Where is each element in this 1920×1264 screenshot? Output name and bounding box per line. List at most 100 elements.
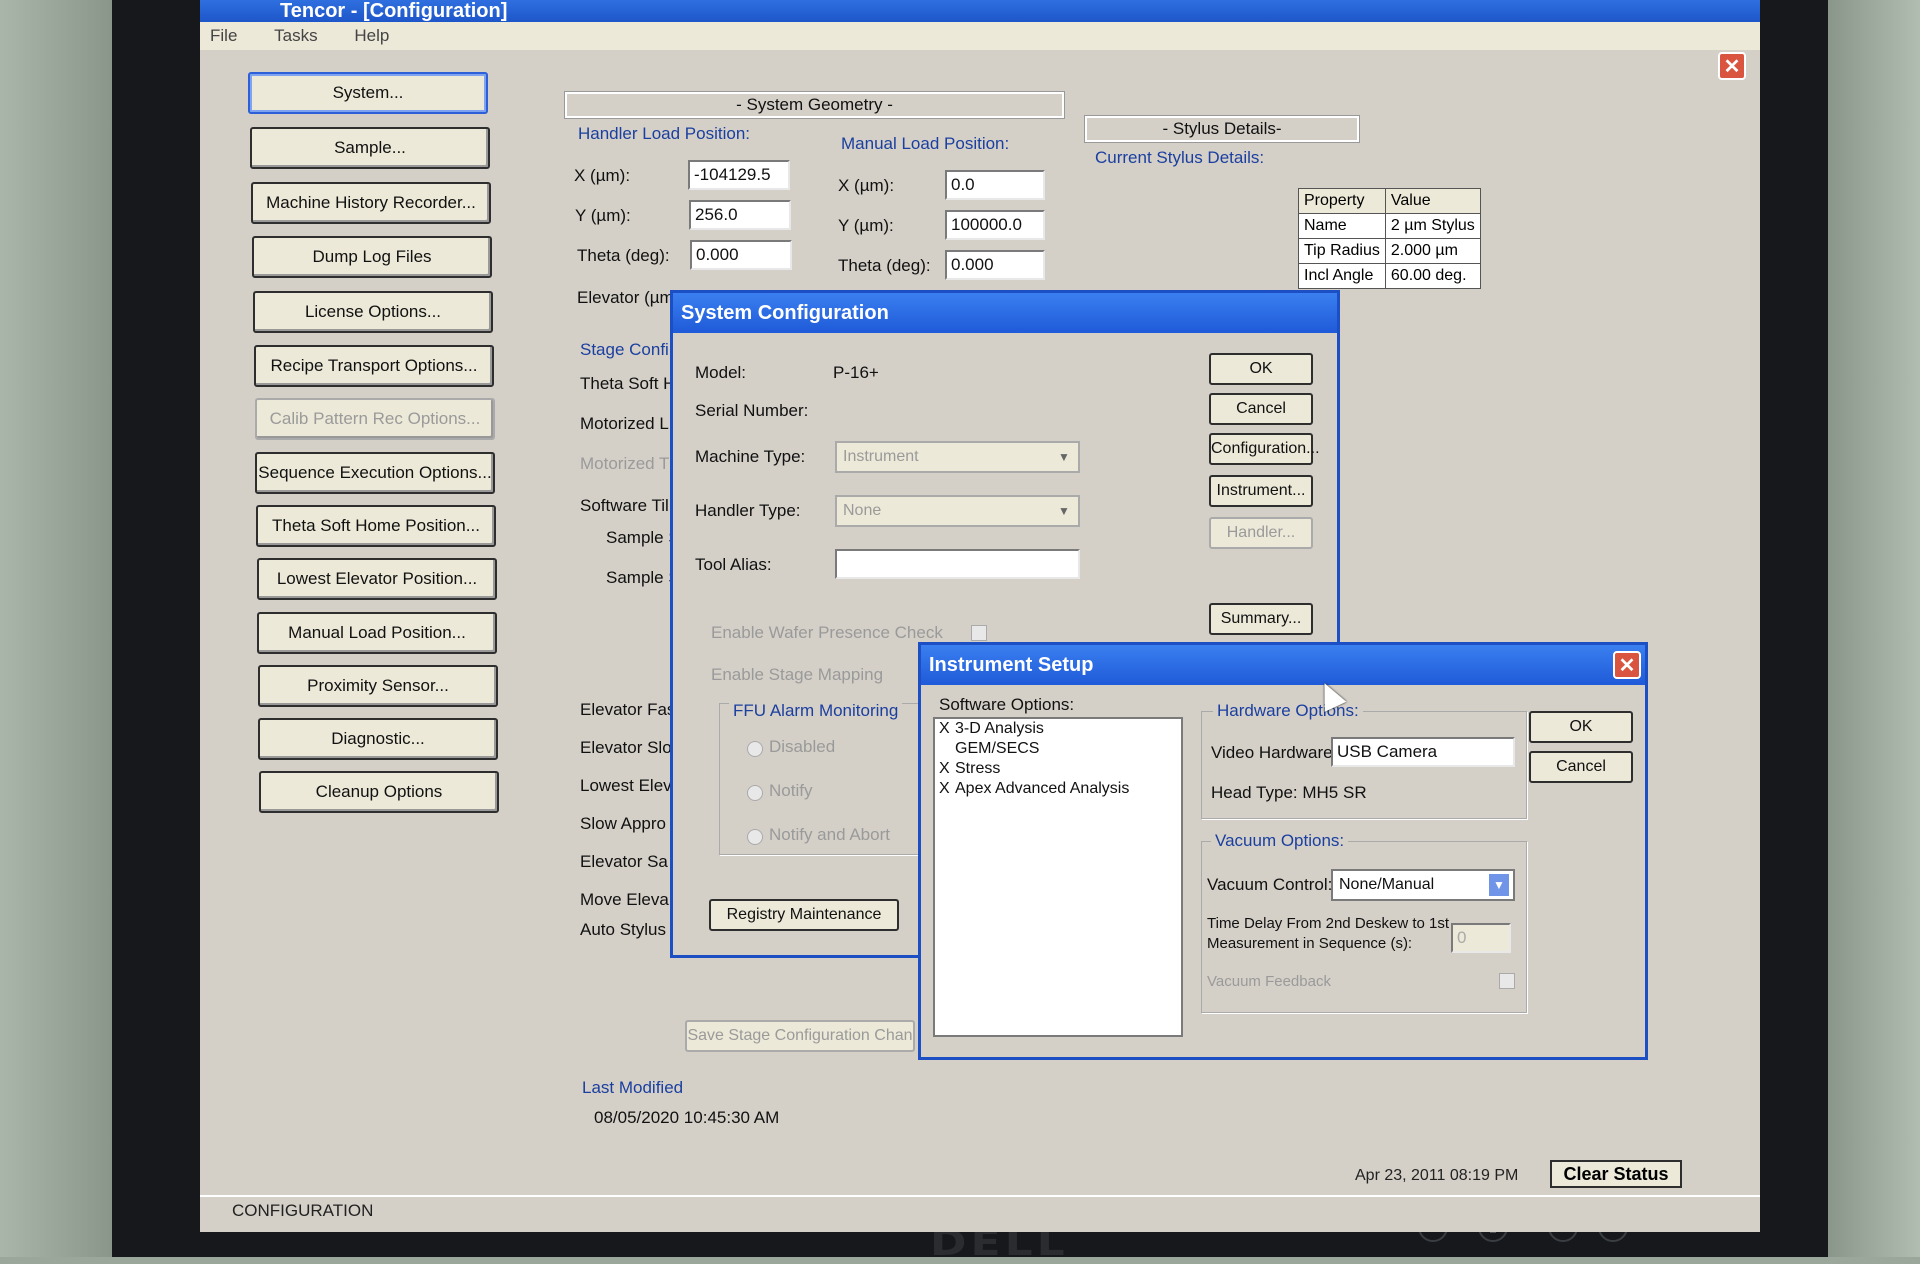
time-delay-label-1: Time Delay From 2nd Deskew to 1st: [1207, 915, 1450, 932]
instrument-setup-title-bar: Instrument Setup ✕: [921, 645, 1645, 685]
stage-config-title: Stage Confi: [580, 340, 669, 359]
manual-theta-field[interactable]: 0.000: [945, 250, 1045, 280]
instrument-setup-title: Instrument Setup: [929, 654, 1094, 676]
window-title-bar: Tencor - [Configuration]: [200, 0, 1760, 22]
table-row: Name 2 µm Stylus: [1298, 213, 1481, 239]
check-mark-icon: X: [939, 780, 950, 797]
nav-calib-pattern-button[interactable]: Calib Pattern Rec Options...: [255, 398, 495, 440]
screen: Tencor - [Configuration] File Tasks Help…: [200, 0, 1760, 1232]
nav-sample-button[interactable]: Sample...: [250, 127, 490, 169]
vacuum-control-select[interactable]: None/Manual ▼: [1331, 869, 1515, 901]
ffu-disabled-radio[interactable]: [747, 741, 763, 757]
configuration-button[interactable]: Configuration...: [1209, 433, 1320, 465]
column-header: Value: [1384, 188, 1481, 214]
menu-tasks[interactable]: Tasks: [274, 22, 317, 50]
menu-help[interactable]: Help: [354, 22, 389, 50]
handler-x-field[interactable]: -104129.5: [688, 160, 790, 190]
nav-lowest-elevator-button[interactable]: Lowest Elevator Position...: [257, 558, 497, 600]
ffu-notify-radio[interactable]: [747, 785, 763, 801]
head-type-label: Head Type: MH5 SR: [1211, 783, 1367, 802]
chevron-down-icon: ▼: [1058, 450, 1070, 464]
manual-x-label: X (µm):: [838, 176, 895, 195]
vacuum-control-value: None/Manual: [1339, 876, 1435, 893]
stage-label-theta-soft: Theta Soft H: [580, 374, 676, 393]
ffu-disabled-label: Disabled: [769, 737, 836, 756]
vacuum-feedback-checkbox[interactable]: [1499, 973, 1515, 989]
ffu-notify-label: Notify: [769, 781, 813, 800]
nav-cleanup-button[interactable]: Cleanup Options: [259, 771, 499, 813]
wafer-presence-checkbox[interactable]: [971, 625, 987, 641]
software-options-list[interactable]: X 3-D Analysis GEM/SECS X Stress X Apex Adv…: [933, 717, 1183, 1037]
handler-type-value: None: [843, 502, 882, 519]
video-hardware-label: Video Hardware:: [1211, 743, 1338, 762]
nav-sequence-execution-button[interactable]: Sequence Execution Options...: [255, 452, 495, 494]
stage-label-motorized-t: Motorized T: [580, 454, 670, 473]
status-bar: CONFIGURATION: [200, 1195, 1760, 1227]
status-date: Apr 23, 2011 08:19 PM: [1355, 1167, 1519, 1184]
instrument-ok-button[interactable]: OK: [1529, 711, 1633, 743]
manual-x-field[interactable]: 0.0: [945, 170, 1045, 200]
last-modified-value: 08/05/2020 10:45:30 AM: [594, 1108, 780, 1127]
summary-button[interactable]: Summary...: [1209, 603, 1313, 635]
table-row: Incl Angle 60.00 deg.: [1298, 263, 1481, 289]
handler-type-label: Handler Type:: [695, 501, 801, 520]
handler-button[interactable]: Handler...: [1209, 517, 1313, 549]
ffu-notify-abort-label: Notify and Abort: [769, 825, 890, 844]
stage-label-lowest-elev: Lowest Elev: [580, 776, 672, 795]
tool-alias-label: Tool Alias:: [695, 555, 772, 574]
stage-label-elevator-safe: Elevator Sa: [580, 852, 668, 871]
table-row: Tip Radius 2.000 µm: [1298, 238, 1481, 264]
ffu-notify-abort-radio[interactable]: [747, 829, 763, 845]
menu-file[interactable]: File: [210, 22, 237, 50]
table-cell: 60.00 deg.: [1384, 263, 1481, 289]
nav-diagnostic-button[interactable]: Diagnostic...: [258, 718, 498, 760]
list-item[interactable]: GEM/SECS: [935, 739, 1181, 759]
stage-label-motorized-l: Motorized L: [580, 414, 669, 433]
nav-theta-soft-home-button[interactable]: Theta Soft Home Position...: [256, 505, 496, 547]
handler-theta-label: Theta (deg):: [577, 246, 670, 265]
stage-label-software-tilt: Software Til: [580, 496, 669, 515]
tool-alias-field[interactable]: [835, 549, 1080, 579]
stage-label-move-elevator: Move Eleva: [580, 890, 669, 909]
nav-recipe-transport-button[interactable]: Recipe Transport Options...: [254, 345, 494, 387]
machine-type-value: Instrument: [843, 448, 919, 465]
ok-button[interactable]: OK: [1209, 353, 1313, 385]
wafer-presence-label: Enable Wafer Presence Check: [711, 623, 943, 642]
nav-proximity-sensor-button[interactable]: Proximity Sensor...: [258, 665, 498, 707]
save-stage-config-button[interactable]: Save Stage Configuration Chan: [685, 1020, 915, 1052]
nav-system-button[interactable]: System...: [248, 72, 488, 114]
software-options-label: Software Options:: [939, 695, 1075, 714]
nav-dump-log-button[interactable]: Dump Log Files: [252, 236, 492, 278]
check-mark-icon: X: [939, 760, 950, 777]
vacuum-control-label: Vacuum Control:: [1207, 875, 1333, 894]
table-header-row: Property Value: [1298, 188, 1481, 214]
list-item[interactable]: X 3-D Analysis: [935, 719, 1181, 739]
instrument-button[interactable]: Instrument...: [1209, 475, 1313, 507]
handler-theta-field[interactable]: 0.000: [690, 240, 792, 270]
machine-type-label: Machine Type:: [695, 447, 806, 466]
machine-type-select[interactable]: Instrument ▼: [835, 441, 1080, 473]
video-hardware-field[interactable]: USB Camera: [1331, 737, 1515, 767]
list-item[interactable]: X Apex Advanced Analysis: [935, 779, 1181, 799]
list-item-label: Apex Advanced Analysis: [955, 780, 1130, 797]
instrument-cancel-button[interactable]: Cancel: [1529, 751, 1633, 783]
list-item-label: Stress: [955, 760, 1001, 777]
window-title: Tencor - [Configuration]: [280, 0, 508, 22]
list-item-label: GEM/SECS: [955, 740, 1040, 757]
handler-type-select[interactable]: None ▼: [835, 495, 1080, 527]
time-delay-field[interactable]: 0: [1451, 923, 1511, 953]
nav-machine-history-button[interactable]: Machine History Recorder...: [251, 182, 491, 224]
manual-y-field[interactable]: 100000.0: [945, 210, 1045, 240]
current-stylus-title: Current Stylus Details:: [1095, 148, 1265, 167]
clear-status-button[interactable]: Clear Status: [1550, 1160, 1682, 1188]
close-icon[interactable]: ✕: [1718, 52, 1746, 80]
registry-maintenance-button[interactable]: Registry Maintenance: [709, 899, 899, 931]
nav-manual-load-button[interactable]: Manual Load Position...: [257, 612, 497, 654]
list-item[interactable]: X Stress: [935, 759, 1181, 779]
instrument-close-icon[interactable]: ✕: [1613, 651, 1641, 679]
table-cell: 2 µm Stylus: [1384, 213, 1481, 239]
handler-y-field[interactable]: 256.0: [689, 200, 791, 230]
nav-license-button[interactable]: License Options...: [253, 291, 493, 333]
cancel-button[interactable]: Cancel: [1209, 393, 1313, 425]
stage-mapping-label: Enable Stage Mapping: [711, 665, 884, 684]
